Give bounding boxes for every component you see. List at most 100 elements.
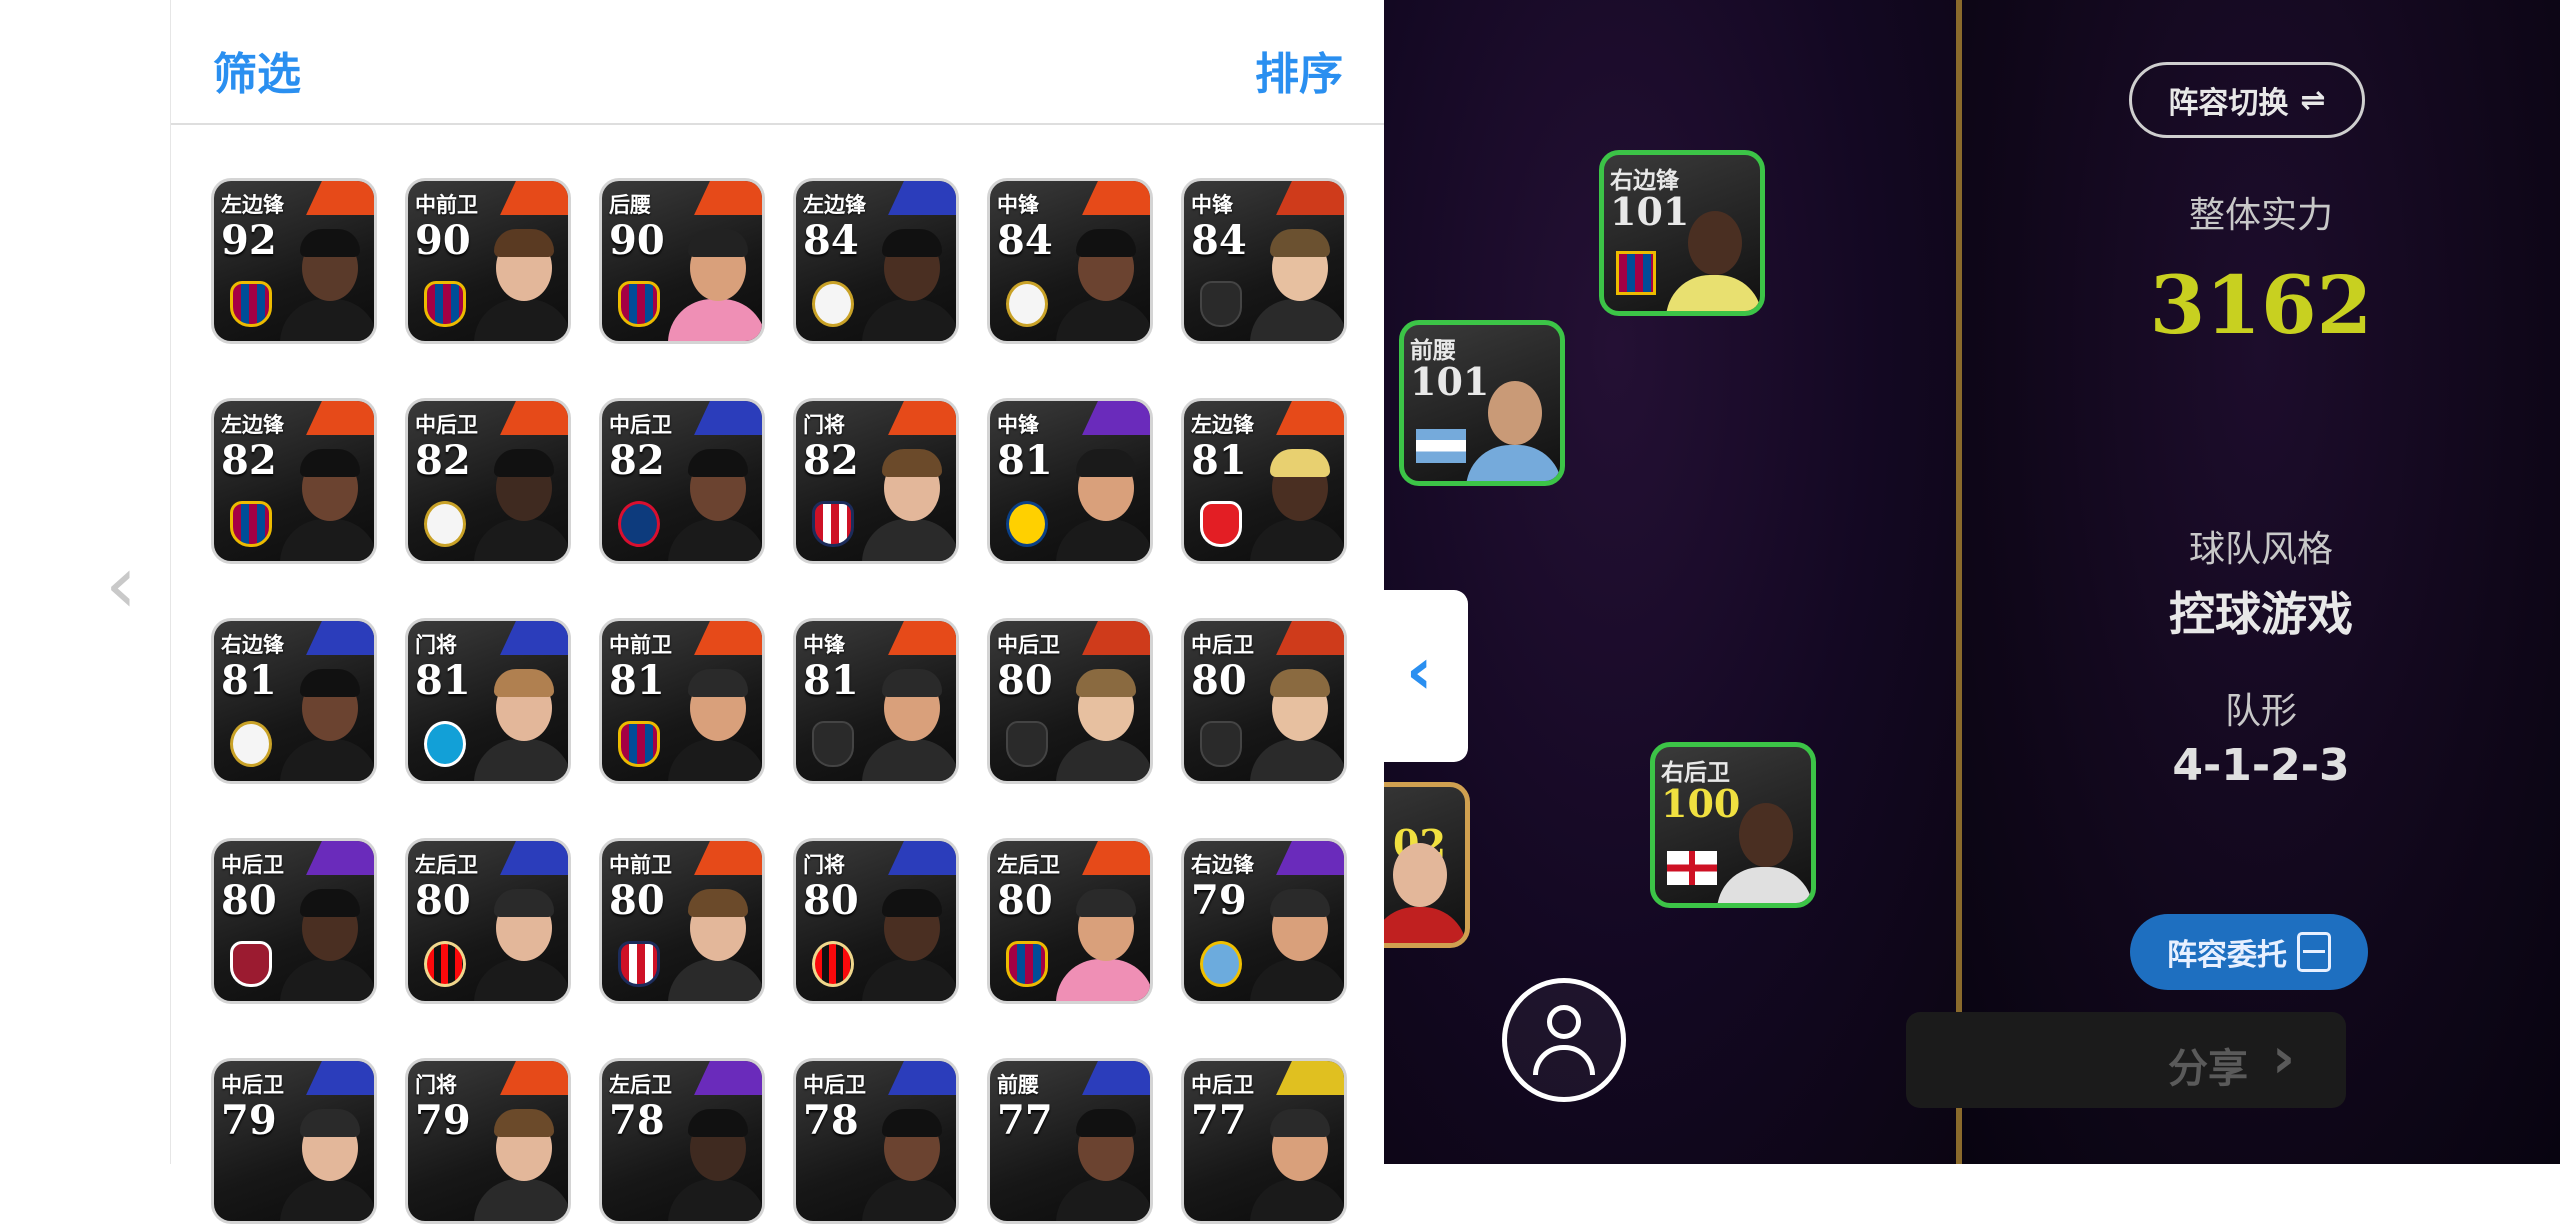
- player-card[interactable]: 中后卫 82: [599, 398, 765, 564]
- player-card[interactable]: 右边锋 79: [1181, 838, 1347, 1004]
- player-card[interactable]: 左边锋 81: [1181, 398, 1347, 564]
- pitch-card-partial[interactable]: 02: [1384, 782, 1470, 948]
- player-photo: [1250, 217, 1344, 341]
- player-card[interactable]: 左后卫 78: [599, 1058, 765, 1224]
- player-card[interactable]: 中后卫 77: [1181, 1058, 1347, 1224]
- player-card[interactable]: 左边锋 84: [793, 178, 959, 344]
- player-card[interactable]: 左边锋 92: [211, 178, 377, 344]
- card-rarity-stripe: [1082, 841, 1150, 875]
- player-card[interactable]: 中锋 81: [987, 398, 1153, 564]
- player-photo: [280, 437, 374, 561]
- card-rarity-stripe: [1276, 621, 1344, 655]
- club-badge-icon: [230, 721, 272, 767]
- card-rating: 81: [415, 657, 471, 704]
- pitch-card-rb[interactable]: 右后卫 100: [1650, 742, 1816, 908]
- player-card[interactable]: 中后卫 78: [793, 1058, 959, 1224]
- club-badge-icon: [618, 721, 660, 767]
- card-position: 中锋: [997, 413, 1039, 437]
- player-photo: [1056, 877, 1150, 1001]
- back-chevron-icon[interactable]: ‹: [105, 545, 137, 625]
- player-card[interactable]: 中后卫 82: [405, 398, 571, 564]
- card-position: 前腰: [997, 1073, 1039, 1097]
- club-badge-icon: [1006, 281, 1048, 327]
- card-rarity-stripe: [888, 401, 956, 435]
- lineup-switch-button[interactable]: 阵容切换 ⇌: [2129, 62, 2365, 138]
- player-photo: [668, 877, 762, 1001]
- card-position: 左边锋: [803, 193, 866, 217]
- card-rating: 77: [997, 1097, 1053, 1144]
- sort-button[interactable]: 排序: [1255, 38, 1343, 102]
- collapse-panel-tab[interactable]: ‹: [1384, 590, 1468, 762]
- card-position: 中锋: [803, 633, 845, 657]
- player-card[interactable]: 中后卫 80: [211, 838, 377, 1004]
- card-rating: 81: [997, 437, 1053, 484]
- player-card[interactable]: 左边锋 82: [211, 398, 377, 564]
- player-card[interactable]: 前腰 77: [987, 1058, 1153, 1224]
- card-position: 中后卫: [803, 1073, 866, 1097]
- club-badge-icon: [424, 281, 466, 327]
- card-position: 左后卫: [997, 853, 1060, 877]
- card-rarity-stripe: [500, 1061, 568, 1095]
- player-photo: [280, 877, 374, 1001]
- pitch-card-cam[interactable]: 前腰 101: [1399, 320, 1565, 486]
- team-summary-panel: 阵容切换 ⇌ 整体实力 3162 球队风格 控球游戏 队形 4-1-2-3 阵容…: [1962, 0, 2560, 1164]
- player-list-panel: 筛选 排序 左边锋 92 中前卫 90 后腰 90 左边锋 84 中锋 84 中锋 84 左边锋 82 中后…: [170, 0, 1385, 1224]
- club-badge-icon: [812, 941, 854, 987]
- pitch-card-rw[interactable]: 右边锋 101: [1599, 150, 1765, 316]
- card-rarity-stripe: [888, 621, 956, 655]
- lineup-delegate-label: 阵容委托: [2167, 938, 2287, 973]
- player-card[interactable]: 中后卫 80: [987, 618, 1153, 784]
- player-photo: [668, 437, 762, 561]
- player-photo: [668, 657, 762, 781]
- player-card[interactable]: 中前卫 81: [599, 618, 765, 784]
- lineup-delegate-button[interactable]: 阵容委托: [2130, 914, 2368, 990]
- player-card[interactable]: 中前卫 90: [405, 178, 571, 344]
- player-card[interactable]: 中后卫 79: [211, 1058, 377, 1224]
- card-rating: 82: [415, 437, 471, 484]
- player-photo: [280, 657, 374, 781]
- player-card[interactable]: 中锋 84: [1181, 178, 1347, 344]
- player-card[interactable]: 中后卫 80: [1181, 618, 1347, 784]
- card-rating: 77: [1191, 1097, 1247, 1144]
- swap-arrows-icon: ⇌: [2300, 82, 2326, 118]
- card-rating: 92: [221, 217, 277, 264]
- card-position: 左边锋: [221, 193, 284, 217]
- player-card[interactable]: 中锋 81: [793, 618, 959, 784]
- card-position: 左后卫: [415, 853, 478, 877]
- card-rarity-stripe: [1276, 181, 1344, 215]
- player-card[interactable]: 左后卫 80: [987, 838, 1153, 1004]
- card-rarity-stripe: [1082, 1061, 1150, 1095]
- player-card[interactable]: 中锋 84: [987, 178, 1153, 344]
- player-photo: [280, 1097, 374, 1221]
- profile-avatar-button[interactable]: [1502, 978, 1626, 1102]
- filter-button[interactable]: 筛选: [213, 38, 301, 102]
- formation-pitch: 右边锋 101 前腰 101 右后卫 100 02: [1384, 0, 1960, 1164]
- share-button[interactable]: 分享 ›: [1906, 1012, 2346, 1108]
- card-rarity-stripe: [888, 1061, 956, 1095]
- card-rarity-stripe: [306, 621, 374, 655]
- club-badge-icon: [424, 501, 466, 547]
- panel-header: 筛选 排序: [171, 0, 1385, 125]
- player-card[interactable]: 门将 81: [405, 618, 571, 784]
- player-photo: [1466, 365, 1560, 481]
- card-rating: 82: [803, 437, 859, 484]
- club-badge-icon: [1200, 721, 1242, 767]
- card-rating: 80: [221, 877, 277, 924]
- card-rating: 81: [609, 657, 665, 704]
- club-badge-icon: [424, 941, 466, 987]
- player-photo: [1250, 437, 1344, 561]
- club-badge-icon: [1006, 501, 1048, 547]
- card-position: 门将: [803, 853, 845, 877]
- player-card[interactable]: 门将 79: [405, 1058, 571, 1224]
- left-margin: ‹: [0, 0, 170, 1164]
- player-card[interactable]: 左后卫 80: [405, 838, 571, 1004]
- player-card[interactable]: 门将 82: [793, 398, 959, 564]
- player-photo: [1250, 877, 1344, 1001]
- card-rarity-stripe: [694, 841, 762, 875]
- player-card[interactable]: 后腰 90: [599, 178, 765, 344]
- player-card[interactable]: 右边锋 81: [211, 618, 377, 784]
- player-card[interactable]: 门将 80: [793, 838, 959, 1004]
- card-rarity-stripe: [1082, 181, 1150, 215]
- card-rating: 90: [415, 217, 471, 264]
- player-card[interactable]: 中前卫 80: [599, 838, 765, 1004]
